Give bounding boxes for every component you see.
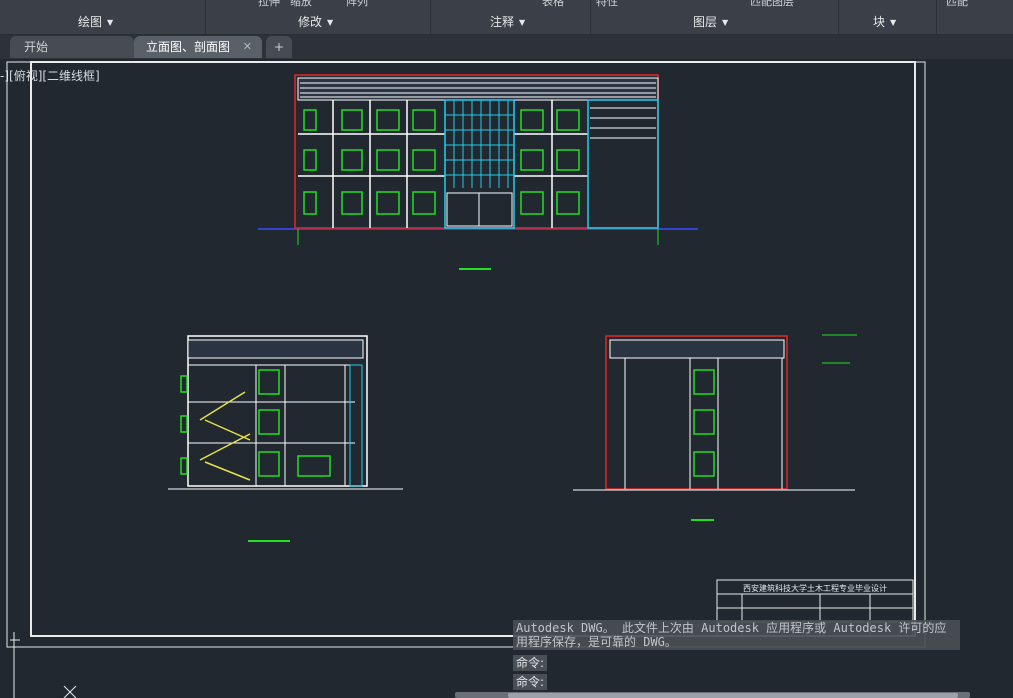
front-windows [303, 109, 580, 215]
drawing-svg: 西安建筑科技大学土木工程专业毕业设计 [6, 61, 926, 698]
file-tab-bar: 开始 立面图、剖面图 ✕ + [0, 35, 1013, 59]
array-tool[interactable]: 阵列 [346, 0, 368, 8]
properties-tool[interactable]: 特性 [596, 0, 618, 8]
panel-divider [838, 0, 839, 34]
ribbon: 拉伸 缩放 阵列 表格 特性 匹配图层 匹配 绘图 ▼ 修改 ▼ 注释 ▼ 图层 ▼ 块… [0, 0, 1013, 35]
new-tab-button[interactable]: + [266, 36, 292, 58]
chevron-down-icon: ▼ [519, 18, 526, 27]
stair [199, 391, 251, 481]
ribbon-cut-tools: 拉伸 缩放 阵列 表格 特性 匹配图层 匹配 [0, 0, 1013, 8]
section-right-windows [693, 369, 715, 477]
command-history: Autodesk DWG。 此文件上次由 Autodesk 应用程序或 Auto… [513, 620, 960, 650]
panel-annotate[interactable]: 注释 ▼ [490, 13, 525, 30]
panel-layers[interactable]: 图层 ▼ [693, 13, 728, 30]
match-tool[interactable]: 匹配 [946, 0, 968, 8]
section-right [573, 334, 857, 521]
panel-draw[interactable]: 绘图 ▼ [78, 13, 113, 30]
title-block-school: 西安建筑科技大学土木工程专业毕业设计 [743, 583, 887, 593]
chevron-down-icon: ▼ [890, 18, 897, 27]
close-icon[interactable]: ✕ [243, 36, 252, 58]
chevron-down-icon: ▼ [722, 18, 729, 27]
section-left [168, 335, 403, 542]
plus-icon: + [273, 40, 285, 54]
panel-block[interactable]: 块 ▼ [873, 13, 896, 30]
match-layer-tool[interactable]: 匹配图层 [750, 0, 794, 8]
table-tool[interactable]: 表格 [542, 0, 564, 8]
panel-divider [590, 0, 591, 34]
scale-tool[interactable]: 缩放 [290, 0, 312, 8]
scrollbar-thumb[interactable] [508, 693, 958, 698]
right-bay [590, 107, 656, 139]
panel-divider [936, 0, 937, 34]
chevron-down-icon: ▼ [327, 18, 334, 27]
drawing-canvas[interactable]: -][俯视][二维线框] 西安建筑科技大学土木工程专业毕业设计 Autodesk… [0, 60, 1013, 698]
ucs-icon [10, 632, 77, 698]
command-prompt[interactable]: 命令: [513, 674, 548, 690]
stretch-tool[interactable]: 拉伸 [258, 0, 280, 8]
tab-drawing[interactable]: 立面图、剖面图 ✕ [134, 36, 262, 58]
command-prompt[interactable]: 命令: [513, 655, 548, 671]
front-elevation [258, 74, 698, 270]
panel-modify[interactable]: 修改 ▼ [298, 13, 333, 30]
panel-divider [205, 0, 206, 34]
curtain-wall [445, 100, 514, 188]
tab-start[interactable]: 开始 [10, 36, 134, 58]
panel-divider [430, 0, 431, 34]
chevron-down-icon: ▼ [107, 18, 114, 27]
